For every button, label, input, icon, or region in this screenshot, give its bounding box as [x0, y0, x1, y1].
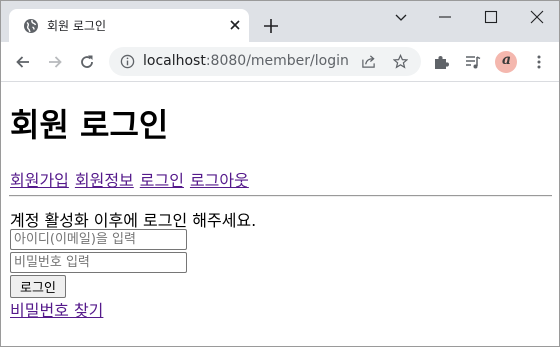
tab-title: 회원 로그인 — [47, 19, 107, 33]
back-arrow-icon[interactable] — [15, 54, 31, 70]
nav-link-signup[interactable]: 회원가입 — [10, 171, 69, 190]
info-icon[interactable] — [120, 54, 135, 69]
tab-strip: 회원 로그인 — [1, 1, 559, 42]
address-bar[interactable]: localhost:8080/member/login — [109, 47, 421, 76]
divider — [9, 195, 552, 197]
avatar[interactable]: a — [495, 51, 517, 73]
url-host: localhost — [143, 53, 206, 69]
nav-link-member-info[interactable]: 회원정보 — [75, 171, 134, 190]
close-icon[interactable] — [227, 17, 243, 33]
find-password-link[interactable]: 비밀번호 찾기 — [10, 297, 103, 321]
email-input[interactable] — [10, 229, 187, 250]
page-title: 회원 로그인 — [10, 106, 169, 144]
url-path: :8080/member/login — [205, 53, 349, 69]
plus-icon[interactable] — [263, 18, 279, 34]
nav-link-logout[interactable]: 로그아웃 — [190, 171, 249, 190]
kebab-menu-icon[interactable] — [531, 54, 547, 70]
password-input[interactable] — [10, 252, 187, 273]
forward-arrow-icon[interactable] — [47, 54, 63, 70]
media-queue-icon[interactable] — [465, 54, 481, 70]
page-content: 회원 로그인 회원가입 회원정보 로그인 로그아웃 계정 활성화 이후에 로그인 해주… — [1, 83, 559, 346]
nav-links: 회원가입 회원정보 로그인 로그아웃 — [10, 167, 255, 191]
browser-toolbar: localhost:8080/member/login a — [1, 42, 559, 82]
login-notice: 계정 활성화 이후에 로그인 해주세요. — [10, 211, 257, 230]
reload-icon[interactable] — [79, 54, 95, 70]
login-button[interactable]: 로그인 — [10, 275, 66, 298]
chevron-down-icon[interactable] — [393, 9, 409, 25]
window-close-icon[interactable] — [529, 9, 545, 25]
globe-icon — [24, 19, 38, 33]
minimize-icon[interactable] — [437, 9, 453, 25]
active-tab[interactable]: 회원 로그인 — [9, 9, 249, 42]
share-icon[interactable] — [361, 54, 376, 69]
url-text[interactable]: localhost:8080/member/login — [143, 53, 349, 69]
star-icon[interactable] — [393, 54, 408, 69]
avatar-letter: a — [502, 52, 512, 68]
browser-window: 회원 로그인 localhost:8080/member/login a 회원 … — [0, 0, 560, 347]
nav-link-login[interactable]: 로그인 — [140, 171, 184, 190]
puzzle-icon[interactable] — [433, 54, 449, 70]
maximize-icon[interactable] — [483, 9, 499, 25]
